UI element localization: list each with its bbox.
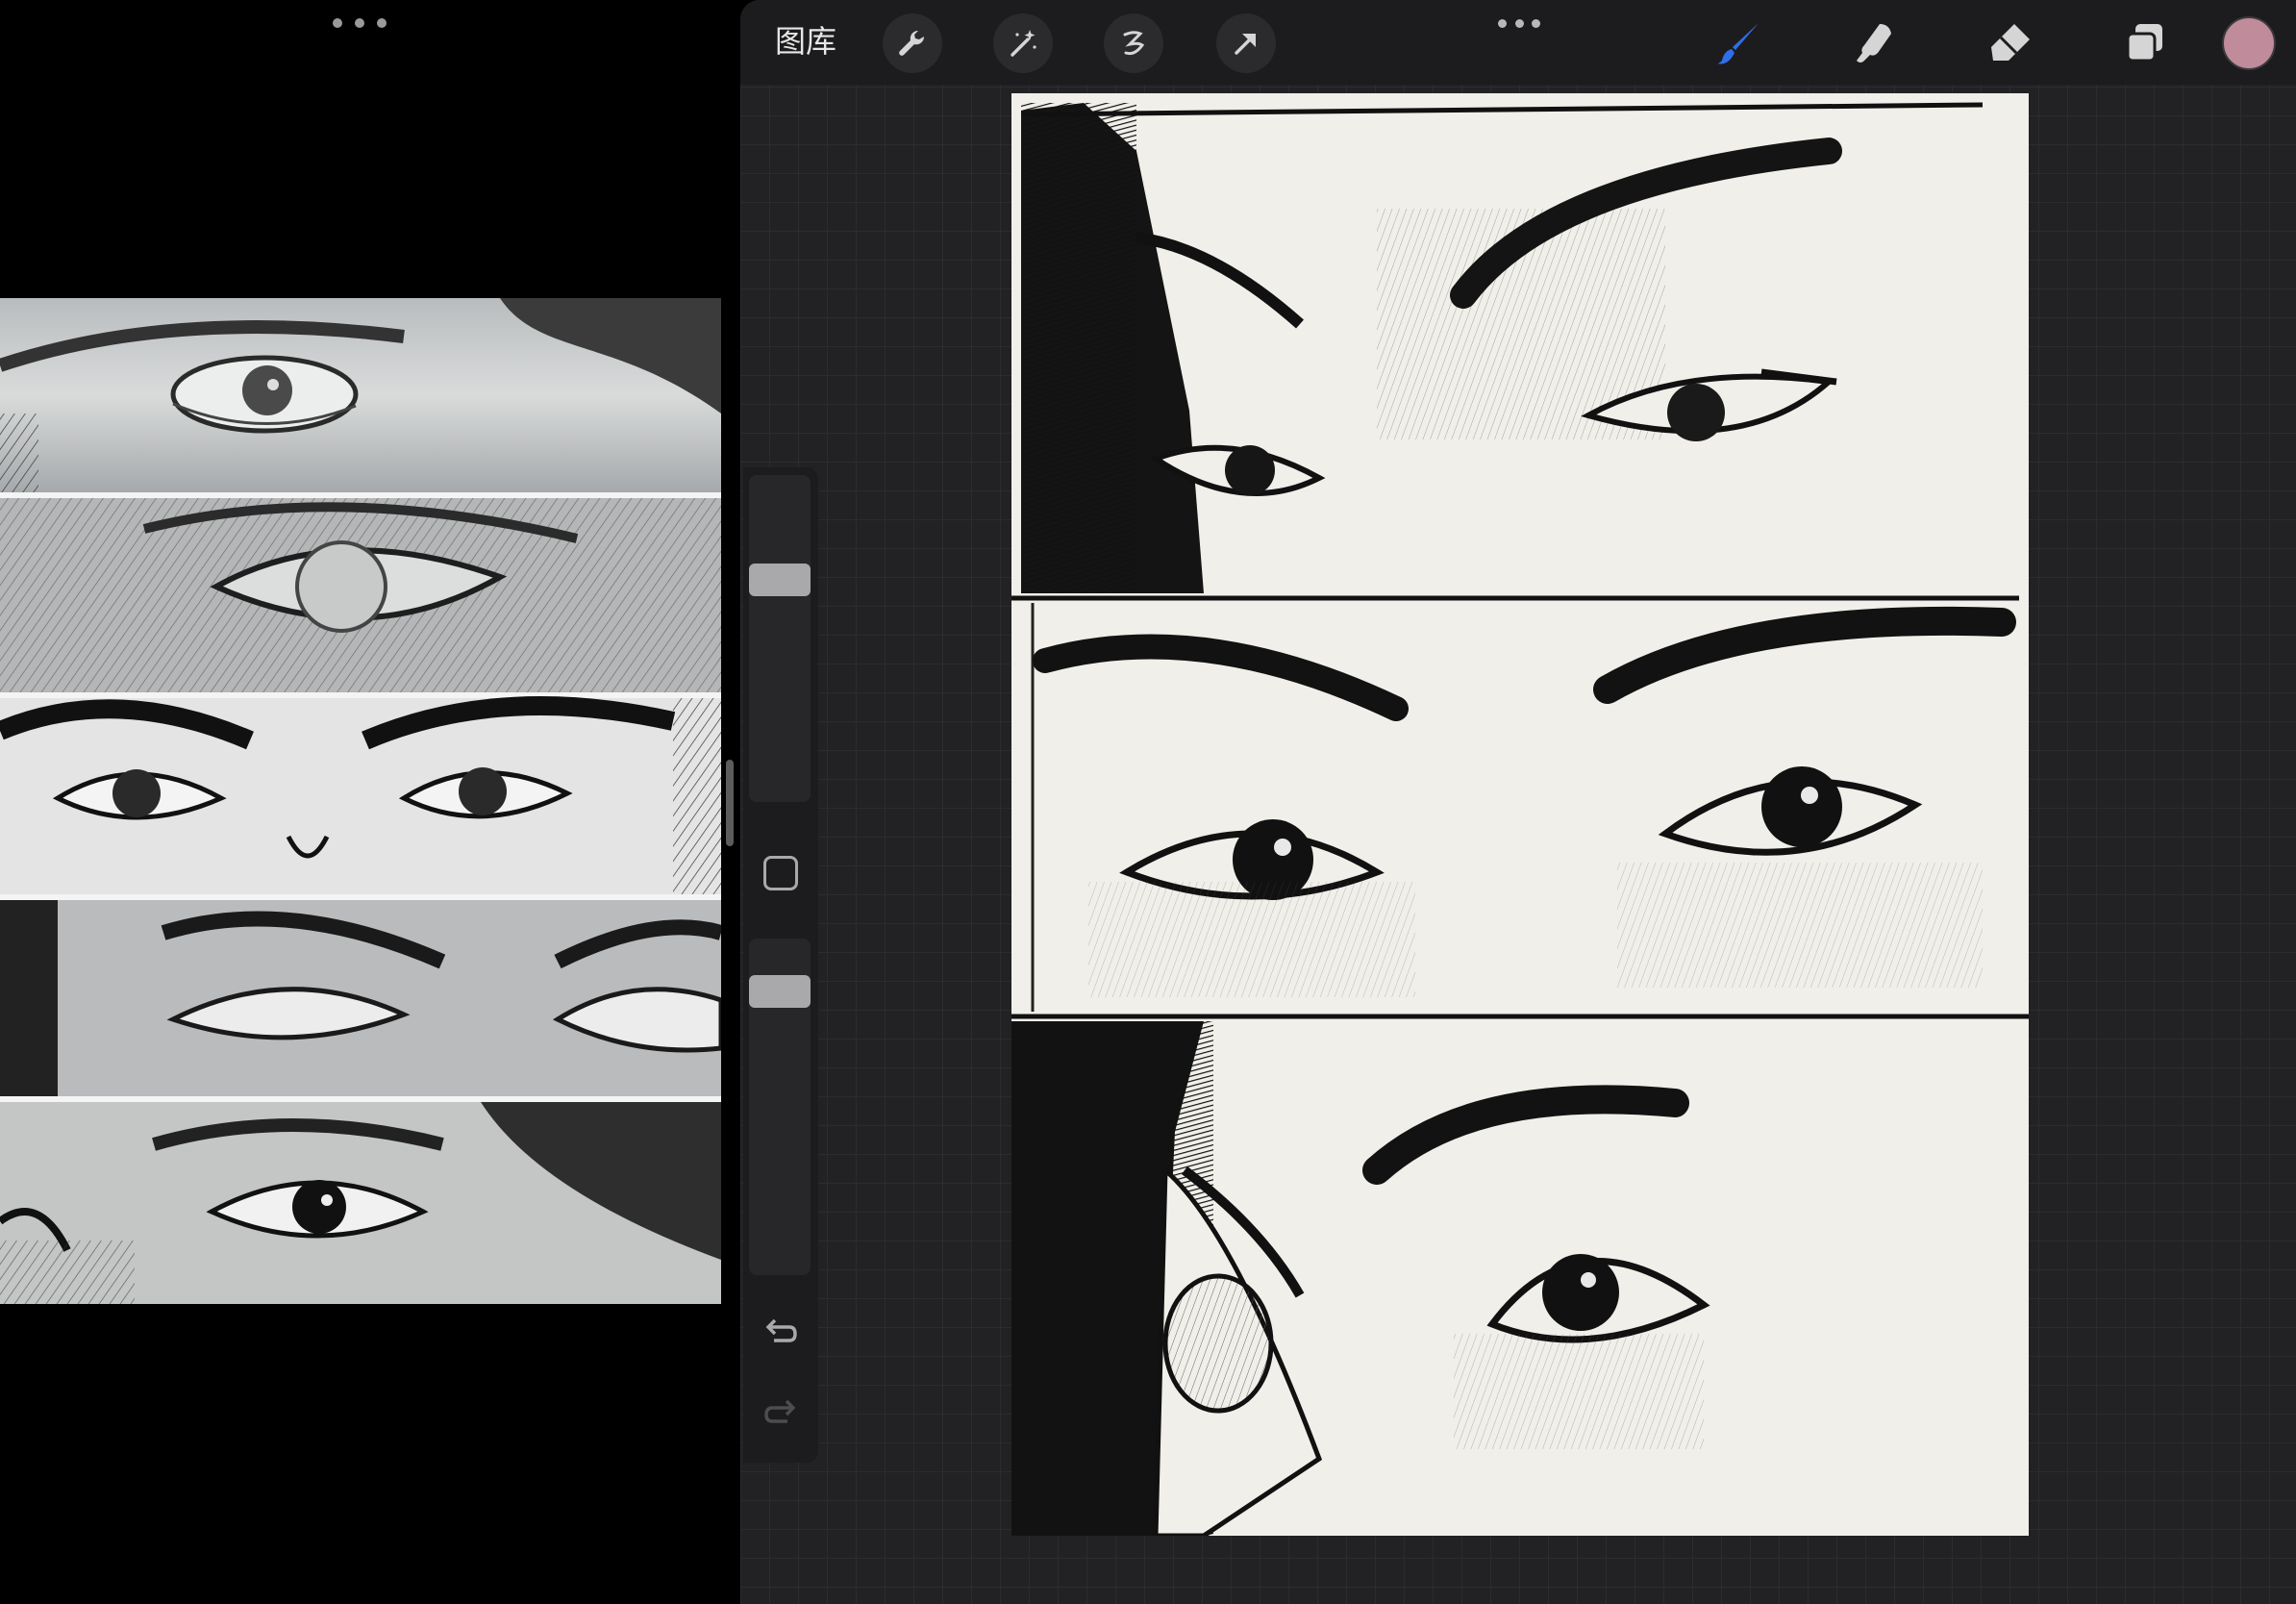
actions-button[interactable] — [883, 13, 942, 73]
reference-strip-4 — [0, 900, 721, 1096]
transform-arrow-icon — [1235, 34, 1256, 55]
smudge-tool-button[interactable] — [1844, 13, 1904, 73]
gallery-button[interactable]: 图库 — [775, 17, 836, 65]
brush-tool-button[interactable] — [1710, 13, 1769, 73]
selection-icon — [1123, 31, 1145, 56]
selection-button[interactable] — [1104, 13, 1163, 73]
redo-icon — [764, 1399, 796, 1423]
brush-size-slider[interactable] — [749, 475, 811, 802]
eraser-tool-button[interactable] — [1981, 13, 2040, 73]
reference-strip-2 — [0, 498, 721, 692]
multitasking-dots-icon[interactable] — [333, 13, 387, 33]
app-multitasking-dots-icon[interactable] — [1498, 13, 1540, 33]
reference-app-pane — [0, 0, 734, 1604]
top-toolbar: 图库 — [740, 0, 2296, 85]
undo-icon — [765, 1318, 797, 1342]
split-view-divider-handle[interactable] — [726, 760, 734, 846]
smudge-icon — [1857, 24, 1891, 63]
opacity-slider-thumb[interactable] — [749, 975, 811, 1008]
brush-icon — [1717, 23, 1759, 64]
color-picker-swatch[interactable] — [2222, 16, 2276, 70]
magic-wand-icon — [1011, 30, 1036, 57]
drawing-canvas[interactable] — [1011, 93, 2029, 1536]
reference-strip-1 — [0, 298, 721, 492]
redo-button[interactable] — [761, 1394, 801, 1435]
layers-icon — [2126, 24, 2162, 63]
modify-button[interactable] — [763, 856, 798, 890]
adjustments-button[interactable] — [993, 13, 1053, 73]
layers-button[interactable] — [2115, 13, 2175, 73]
wrench-icon — [899, 30, 925, 56]
opacity-slider[interactable] — [749, 939, 811, 1275]
reference-eyes-image — [0, 298, 721, 1304]
undo-button[interactable] — [761, 1314, 801, 1354]
sidebar-sliders — [743, 467, 818, 1463]
brush-size-slider-thumb[interactable] — [749, 564, 811, 596]
transform-button[interactable] — [1216, 13, 1276, 73]
reference-strip-3 — [0, 696, 721, 894]
procreate-app-pane: 图库 — [740, 0, 2296, 1604]
reference-strip-5 — [0, 1102, 721, 1304]
eraser-icon — [1991, 24, 2030, 61]
